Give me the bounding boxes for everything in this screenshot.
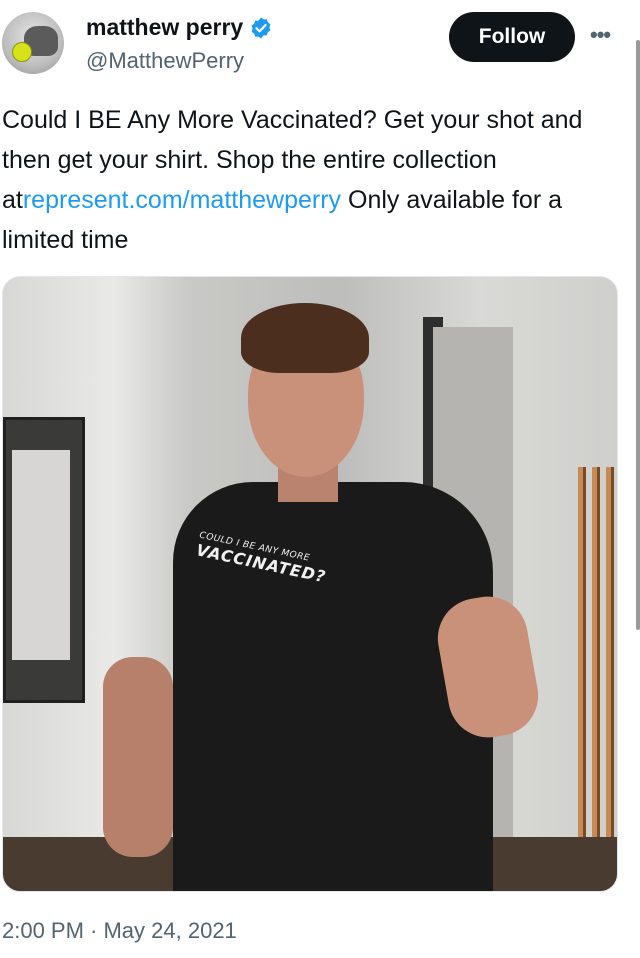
tweet-timestamp[interactable]: 2:00 PM · May 24, 2021 <box>2 918 237 944</box>
scrollbar[interactable] <box>636 40 640 630</box>
tweet-text: Could I BE Any More Vaccinated? Get your… <box>2 100 612 260</box>
more-options-icon[interactable]: ••• <box>590 22 611 48</box>
follow-button[interactable]: Follow <box>449 12 575 62</box>
photo-hair <box>241 303 369 373</box>
author-name[interactable]: matthew perry <box>86 14 243 41</box>
author-avatar[interactable] <box>2 12 64 74</box>
tweet-link[interactable]: represent.com/matthewperry <box>23 186 341 214</box>
author-name-row[interactable]: matthew perry <box>86 14 273 41</box>
tweet-photo[interactable]: COULD I BE ANY MORE VACCINATED? <box>2 276 618 892</box>
avatar-ball <box>12 42 32 62</box>
photo-left-arm <box>103 657 173 857</box>
verified-badge-icon <box>251 17 271 38</box>
photo-pool-cues <box>578 467 617 891</box>
author-handle[interactable]: @MatthewPerry <box>86 48 244 74</box>
photo-mirror <box>3 417 85 703</box>
